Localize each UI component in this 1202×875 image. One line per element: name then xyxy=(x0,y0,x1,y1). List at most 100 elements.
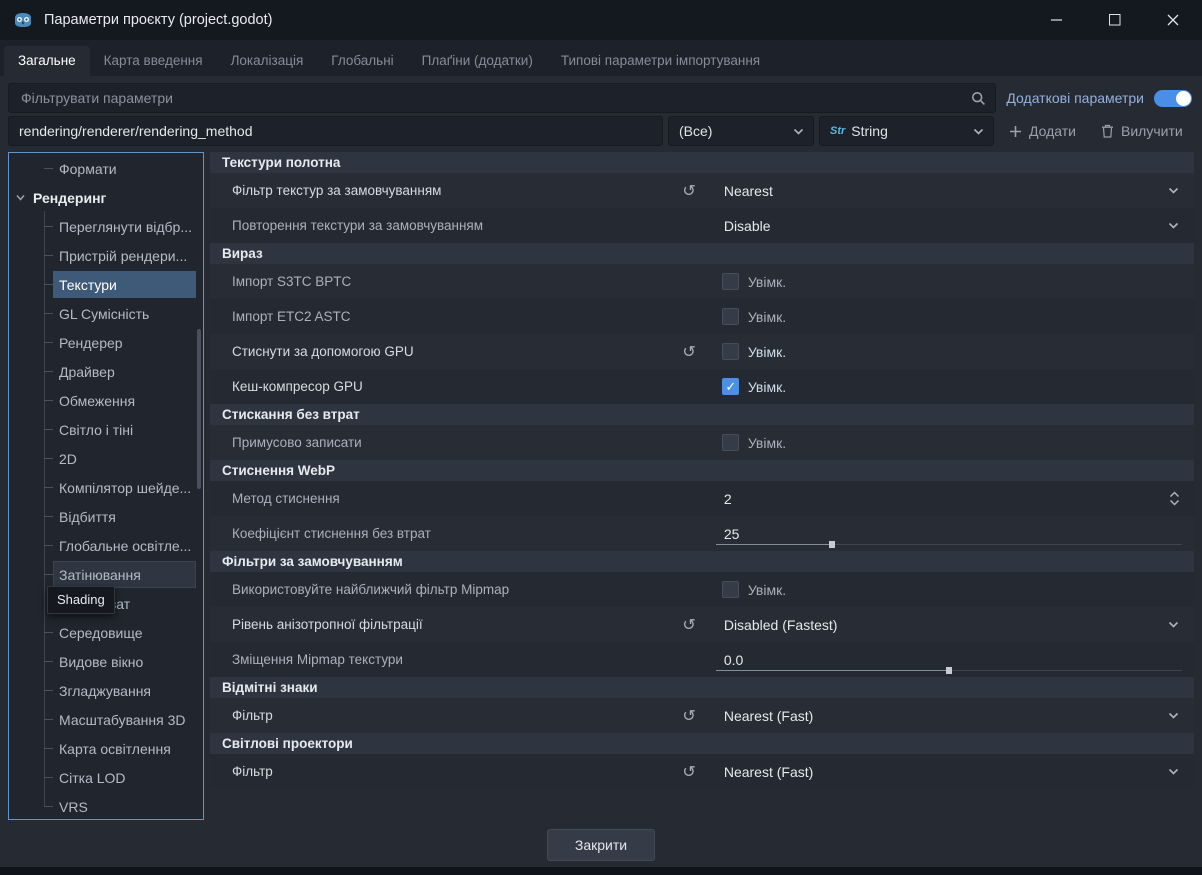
property-row: Імпорт ETC2 ASTCУвімк. xyxy=(210,299,1194,334)
sidebar-item-label: Рендерер xyxy=(59,335,123,351)
add-property-button[interactable]: Додати xyxy=(999,116,1086,146)
sidebar-item[interactable]: Компілятор шейде... xyxy=(9,473,203,502)
revert-icon[interactable]: ↺ xyxy=(682,342,695,362)
spin-slider[interactable]: 25 xyxy=(712,516,1186,551)
checkbox-label: Увімк. xyxy=(748,344,786,360)
revert-icon[interactable]: ↺ xyxy=(682,181,695,201)
sidebar-item[interactable]: Світло і тіні xyxy=(9,415,203,444)
tab-4[interactable]: Глобальні xyxy=(317,46,407,76)
title-bar: Параметри проєкту (project.godot) xyxy=(0,0,1202,40)
property-row: Зміщення Mipmap текстури 0.0 xyxy=(210,642,1194,677)
tree-branch-tick xyxy=(44,226,53,227)
spin-box[interactable]: 2 xyxy=(712,481,1186,516)
tree-scrollbar[interactable] xyxy=(197,329,201,489)
sidebar-item[interactable]: Обмеження xyxy=(9,386,203,415)
property-label: Фільтр текстур за замовчуванням xyxy=(232,183,441,198)
project-settings-dialog: Параметри проєкту (project.godot) Загаль… xyxy=(0,0,1202,875)
property-label: Імпорт S3TC BPTC xyxy=(232,274,351,289)
sidebar-item[interactable]: Масштабування 3D xyxy=(9,705,203,734)
advanced-settings-toggle[interactable] xyxy=(1154,90,1192,107)
sidebar-item[interactable]: Формати xyxy=(9,154,203,183)
checkbox[interactable] xyxy=(722,273,739,290)
close-window-button[interactable] xyxy=(1144,0,1202,40)
sidebar-item-label: Відбиття xyxy=(59,509,116,525)
tab-1[interactable]: Загальне xyxy=(4,46,90,76)
sidebar-item[interactable]: Затінювання xyxy=(9,560,203,589)
property-select[interactable]: Nearest xyxy=(712,173,1186,208)
property-label: Метод стиснення xyxy=(232,491,340,506)
delete-property-button[interactable]: Вилучити xyxy=(1091,116,1193,146)
property-row: Фільтр ↺ Nearest (Fast) xyxy=(210,754,1194,789)
tree-branch-tick xyxy=(44,516,53,517)
chevron-down-icon xyxy=(1167,219,1180,232)
tab-5[interactable]: Плаґіни (додатки) xyxy=(408,46,547,76)
sidebar-item[interactable]: Текстури xyxy=(9,270,203,299)
property-row: Примусово записатиУвімк. xyxy=(210,425,1194,460)
content-area: ФорматиРендеринг Переглянути відбр... Прис… xyxy=(0,150,1202,822)
property-select[interactable]: Disable xyxy=(712,208,1186,243)
window-title: Параметри проєкту (project.godot) xyxy=(44,12,272,28)
sidebar-item-label: Карта освітлення xyxy=(59,741,171,757)
minimize-button[interactable] xyxy=(1028,0,1086,40)
property-select[interactable]: Disabled (Fastest) xyxy=(712,607,1186,642)
checkbox-label: Увімк. xyxy=(748,379,786,395)
maximize-button[interactable] xyxy=(1086,0,1144,40)
search-icon xyxy=(971,91,986,106)
revert-icon[interactable]: ↺ xyxy=(682,706,695,726)
sidebar-item[interactable]: 2D xyxy=(9,444,203,473)
tree-branch-tick xyxy=(44,719,53,720)
property-row: Коефіцієнт стиснення без втрат25 xyxy=(210,516,1194,551)
section-header: Текстури полотна xyxy=(210,152,1194,173)
type-select[interactable]: Str String xyxy=(819,116,994,146)
sidebar-item[interactable]: Карта освітлення xyxy=(9,734,203,763)
section-header: Відмітні знаки xyxy=(210,677,1194,698)
tab-2[interactable]: Карта введення xyxy=(90,46,217,76)
property-add-bar: (Все) Str String Додати Вилучити xyxy=(0,114,1202,150)
sidebar-item[interactable]: Згладжування xyxy=(9,676,203,705)
checkbox[interactable] xyxy=(722,581,739,598)
property-label: Повторення текстури за замовчуванням xyxy=(232,218,483,233)
property-path-input[interactable] xyxy=(8,116,663,146)
filter-settings-input[interactable] xyxy=(19,89,971,107)
sidebar-item[interactable]: Відбиття xyxy=(9,502,203,531)
chevron-down-icon[interactable] xyxy=(15,192,30,203)
sidebar-item[interactable]: Переглянути відбр... xyxy=(9,212,203,241)
sidebar-item[interactable]: Середовище xyxy=(9,618,203,647)
property-value: Nearest xyxy=(724,183,773,199)
sidebar-item[interactable]: Глобальне освітле... xyxy=(9,531,203,560)
tree-branch-tick xyxy=(44,487,53,488)
property-label: Фільтр xyxy=(232,764,273,779)
tree-branch-tick xyxy=(44,255,53,256)
tree-branch-tick xyxy=(44,342,53,343)
checkbox[interactable] xyxy=(722,434,739,451)
section-header: Стискання без втрат xyxy=(210,404,1194,425)
spin-slider[interactable]: 0.0 xyxy=(712,642,1186,677)
property-label: Зміщення Mipmap текстури xyxy=(232,652,403,667)
slider-grabber[interactable] xyxy=(946,667,952,674)
sidebar-item[interactable]: Сітка LOD xyxy=(9,763,203,792)
delete-property-label: Вилучити xyxy=(1121,123,1183,139)
checkbox[interactable] xyxy=(722,378,739,395)
sidebar-item[interactable]: Рендеринг xyxy=(9,183,203,212)
close-dialog-button[interactable]: Закрити xyxy=(547,829,655,861)
feature-select[interactable]: (Все) xyxy=(668,116,814,146)
checkbox[interactable] xyxy=(722,308,739,325)
tab-6[interactable]: Типові параметри імпортування xyxy=(547,46,774,76)
sidebar-item[interactable]: VRS xyxy=(9,792,203,820)
checkbox[interactable] xyxy=(722,343,739,360)
sidebar-item[interactable]: Драйвер xyxy=(9,357,203,386)
sidebar-item[interactable]: GL Сумісність xyxy=(9,299,203,328)
section-header: Стиснення WebP xyxy=(210,460,1194,481)
sidebar-item[interactable]: Видове вікно xyxy=(9,647,203,676)
sidebar-item[interactable]: Пристрій рендери... xyxy=(9,241,203,270)
sidebar-item[interactable]: Рендерер xyxy=(9,328,203,357)
property-label: Імпорт ETC2 ASTC xyxy=(232,309,351,324)
property-select[interactable]: Nearest (Fast) xyxy=(712,754,1186,789)
revert-icon[interactable]: ↺ xyxy=(682,762,695,782)
revert-icon[interactable]: ↺ xyxy=(682,615,695,635)
slider-grabber[interactable] xyxy=(829,541,835,548)
sidebar-item-label: Переглянути відбр... xyxy=(59,219,192,235)
sidebar-item-label: Текстури xyxy=(59,277,117,293)
property-select[interactable]: Nearest (Fast) xyxy=(712,698,1186,733)
tab-3[interactable]: Локалізація xyxy=(217,46,318,76)
